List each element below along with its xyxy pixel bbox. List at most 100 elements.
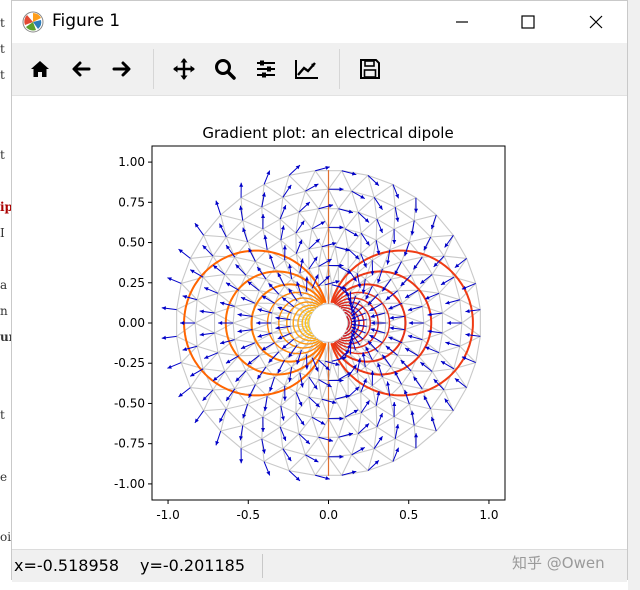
mesh-edge	[266, 395, 282, 407]
edge-fragment: t	[0, 68, 5, 82]
maximize-button[interactable]	[505, 1, 551, 43]
arrow-head	[215, 440, 220, 446]
save-button[interactable]	[354, 53, 386, 85]
mesh-edge	[203, 214, 222, 236]
gradient-arrow	[420, 361, 433, 372]
mesh-edge	[413, 220, 432, 238]
figure-canvas[interactable]: Gradient plot: an electrical dipole -1.0…	[12, 96, 627, 549]
x-coordinate-readout: x=-0.518958	[14, 556, 119, 575]
mesh-edge	[357, 212, 362, 234]
arrow-head	[386, 381, 391, 386]
gradient-arrow	[404, 347, 419, 357]
mesh-edge	[466, 362, 477, 388]
mesh-edge	[334, 398, 346, 418]
mesh-edge	[390, 278, 399, 291]
mesh-edge	[435, 214, 454, 236]
mesh-edge	[431, 352, 440, 372]
arrow-head	[370, 271, 375, 276]
mesh-edge	[190, 255, 214, 259]
back-button[interactable]	[65, 53, 97, 85]
mesh-edge	[240, 447, 265, 463]
mesh-edge	[232, 322, 253, 331]
forward-button[interactable]	[106, 53, 138, 85]
mesh-edge	[202, 352, 219, 370]
gradient-arrow	[242, 227, 249, 243]
mesh-edge	[438, 292, 461, 301]
mesh-edge	[337, 417, 346, 438]
mesh-edge	[351, 174, 369, 192]
watermark: 知乎 @Owen	[512, 554, 605, 572]
mesh-edge	[234, 302, 255, 307]
mesh-edge	[341, 454, 353, 476]
mesh-edge	[278, 285, 286, 295]
gradient-arrow	[242, 403, 249, 419]
mesh-edge	[318, 246, 323, 267]
gradient-arrow	[344, 228, 359, 237]
mesh-edge	[394, 438, 417, 449]
mesh-edge	[442, 312, 463, 324]
mesh-edge	[282, 448, 290, 471]
gradient-arrow	[247, 354, 260, 366]
close-button[interactable]	[573, 1, 619, 43]
gradient-plot[interactable]: Gradient plot: an electrical dipole -1.0…	[12, 96, 629, 549]
mesh-edge	[409, 403, 431, 410]
gradient-arrow	[261, 295, 275, 304]
arrow-head	[370, 370, 375, 375]
arrow-head	[377, 362, 381, 368]
mesh-edge	[421, 371, 433, 390]
configure-subplots-button[interactable]	[250, 53, 282, 85]
mesh-edge	[376, 426, 396, 440]
pan-button[interactable]	[168, 53, 200, 85]
mesh-edge	[242, 416, 264, 426]
mesh-edge	[258, 278, 267, 291]
minimize-button[interactable]	[439, 1, 485, 43]
home-button[interactable]	[24, 53, 56, 85]
y-coordinate-readout: y=-0.201185	[140, 556, 245, 575]
gradient-arrow	[247, 280, 260, 292]
mesh-edge	[421, 322, 425, 340]
background-right-strip	[628, 0, 640, 590]
mesh-edge	[245, 261, 256, 276]
gradient-arrow	[239, 182, 244, 198]
mesh-edge	[334, 379, 339, 400]
edit-axis-button[interactable]	[291, 53, 323, 85]
gradient-arrow	[404, 289, 419, 299]
mesh-edge	[414, 214, 437, 222]
gradient-arrow	[167, 362, 182, 369]
mesh-edge	[422, 305, 443, 314]
mesh-edge	[261, 196, 284, 208]
matplotlib-logo-icon	[22, 11, 44, 33]
mesh-edge	[220, 197, 242, 216]
arrow-head	[404, 251, 408, 257]
mesh-edge	[357, 426, 378, 435]
mesh-edge	[393, 416, 415, 426]
mesh-edge	[402, 339, 423, 344]
mesh-edge	[443, 255, 467, 259]
mesh-edge	[240, 197, 263, 208]
arrow-head	[395, 424, 400, 429]
mesh-edge	[224, 273, 246, 276]
mesh-edge	[203, 235, 214, 257]
mesh-edge	[282, 433, 300, 450]
mesh-edge	[189, 258, 204, 278]
mesh-edge	[417, 355, 433, 372]
mesh-edge	[180, 258, 191, 284]
mesh-edge	[265, 268, 275, 280]
mesh-edge	[411, 370, 433, 373]
mesh-edge	[443, 387, 467, 391]
mesh-edge	[475, 336, 481, 363]
gradient-arrow	[178, 248, 191, 259]
zoom-button[interactable]	[209, 53, 241, 85]
mesh-edge	[430, 236, 445, 257]
plot-area	[161, 164, 481, 482]
mesh-edge	[212, 388, 235, 391]
mesh-edge	[226, 236, 248, 243]
mesh-edge	[382, 268, 392, 280]
gradient-arrow	[161, 335, 177, 340]
mesh-edge	[351, 454, 369, 472]
close-icon	[589, 15, 603, 29]
arrow-head	[180, 321, 185, 325]
y-tick-label: -0.25	[114, 356, 145, 370]
title-bar[interactable]: Figure 1	[12, 1, 627, 43]
edge-fragment: t	[0, 16, 5, 30]
